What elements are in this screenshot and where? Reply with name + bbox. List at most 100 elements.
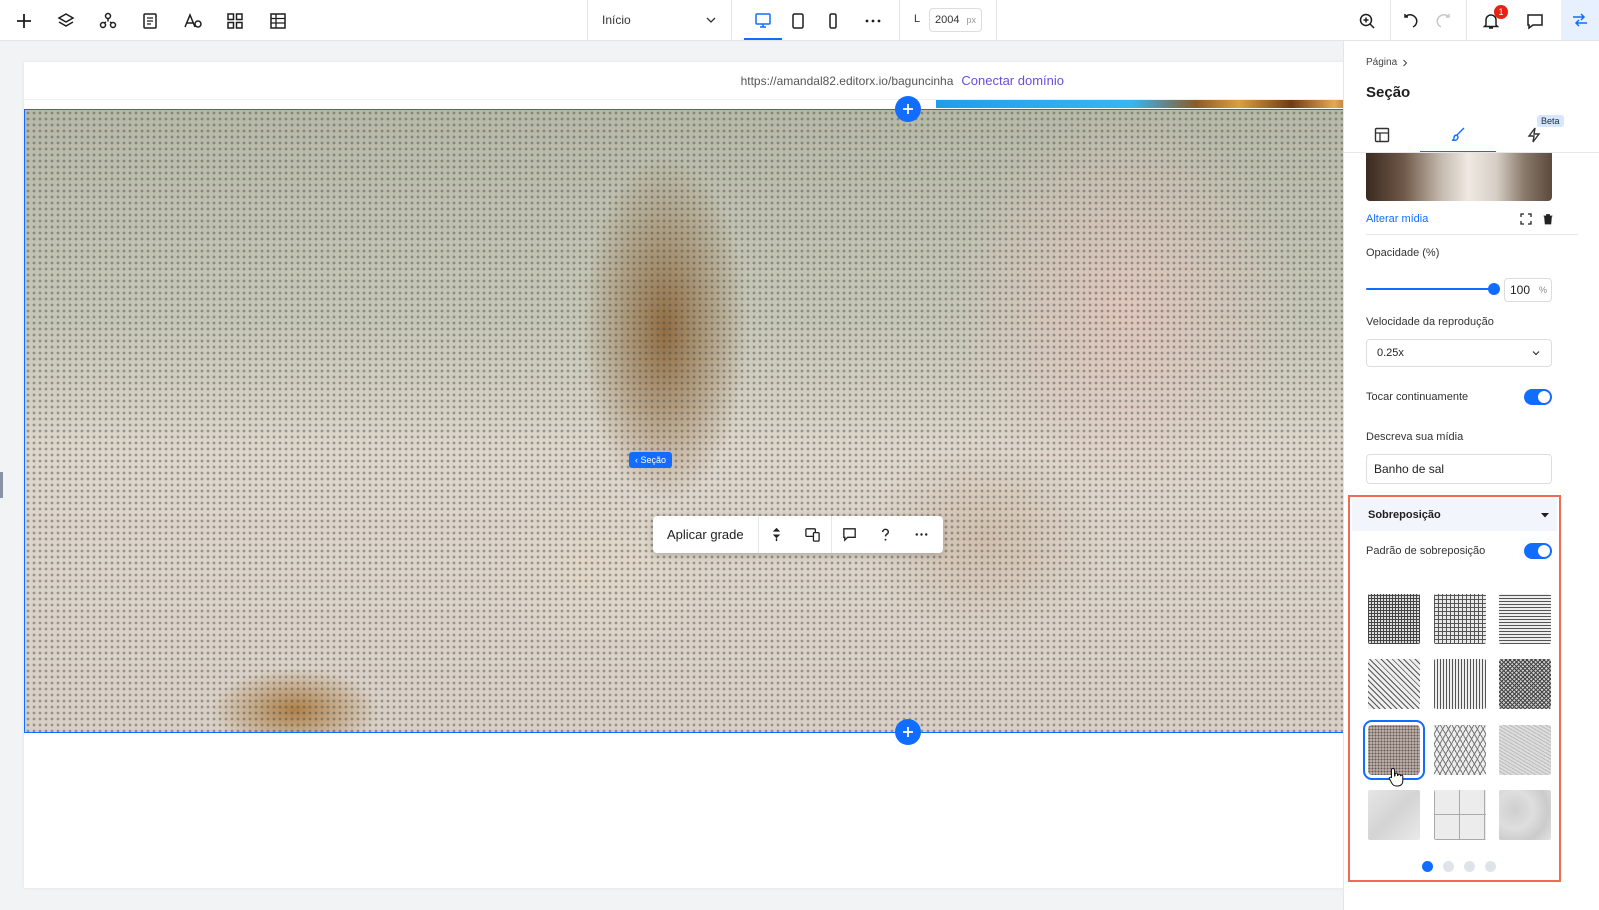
breadcrumb-page: Página (1366, 57, 1398, 68)
overlay-pattern-toggle[interactable] (1524, 543, 1552, 559)
undo-icon[interactable] (1398, 8, 1424, 34)
divider (996, 0, 997, 40)
brush-icon (1451, 127, 1465, 142)
caret-down-icon (1541, 513, 1549, 518)
pattern-chevron[interactable] (1434, 725, 1486, 775)
section-tag[interactable]: ‹ Seção (629, 452, 673, 468)
divider (731, 0, 732, 40)
pager-dot[interactable] (1422, 861, 1433, 872)
loop-label: Tocar continuamente (1366, 391, 1469, 403)
divider (899, 0, 900, 40)
tab-layout[interactable] (1344, 117, 1420, 153)
tab-design[interactable] (1420, 117, 1496, 153)
add-section-above-button[interactable] (895, 96, 921, 122)
fonts-icon[interactable] (180, 8, 206, 34)
panel-title: Seção (1366, 84, 1411, 101)
pattern-tile[interactable] (1434, 790, 1486, 840)
comment-icon[interactable] (832, 516, 868, 553)
arrange-icon[interactable] (759, 516, 795, 553)
layers-icon[interactable] (53, 8, 79, 34)
media-thumbnail[interactable] (1366, 153, 1552, 201)
inspector-toggle-icon[interactable] (1561, 0, 1599, 40)
page-selector[interactable]: Início (588, 0, 731, 40)
media-description-input[interactable]: Banho de sal (1366, 454, 1552, 484)
hand-cursor-icon (1388, 767, 1404, 787)
more-icon[interactable] (904, 516, 940, 553)
crop-icon[interactable] (1518, 211, 1534, 227)
media-description-value: Banho de sal (1374, 462, 1445, 476)
floating-toolbar: Aplicar grade (653, 516, 943, 553)
pager-dot[interactable] (1485, 861, 1496, 872)
breadcrumb[interactable]: Página (1366, 57, 1409, 68)
pattern-diagonal-lines[interactable] (1368, 659, 1420, 709)
editor-canvas: https://amandal82.editorx.io/baguncinha … (24, 62, 1369, 888)
divider (1366, 234, 1578, 235)
overlay-pattern (25, 110, 1368, 732)
speed-label: Velocidade da reprodução (1366, 316, 1494, 328)
width-input[interactable]: 2004 px (929, 8, 982, 32)
pattern-concrete[interactable] (1499, 790, 1551, 840)
divider (1466, 0, 1467, 40)
width-label: L (914, 13, 921, 25)
lightning-icon (1527, 127, 1541, 143)
overlay-section: Sobreposição Padrão de sobreposição (1348, 495, 1561, 882)
left-edge-marker (0, 472, 3, 498)
components-icon[interactable] (95, 8, 121, 34)
redo-icon[interactable] (1430, 8, 1456, 34)
overlay-title: Sobreposição (1368, 509, 1441, 521)
pattern-paper[interactable] (1368, 790, 1420, 840)
more-icon[interactable] (860, 8, 886, 34)
loop-toggle[interactable] (1524, 389, 1552, 405)
pattern-grid[interactable] (1434, 594, 1486, 644)
pager-dot[interactable] (1464, 861, 1475, 872)
responsive-icon[interactable] (795, 516, 831, 553)
speed-value: 0.25x (1377, 347, 1404, 359)
divider (1390, 0, 1391, 40)
comments-icon[interactable] (1522, 8, 1548, 34)
pattern-horizontal-lines[interactable] (1499, 594, 1551, 644)
site-url: https://amandal82.editorx.io/baguncinha (740, 73, 954, 88)
chevron-right-icon (1403, 59, 1408, 66)
pager-dot[interactable] (1443, 861, 1454, 872)
speed-select[interactable]: 0.25x (1366, 339, 1552, 367)
pattern-crosshatch[interactable] (1499, 659, 1551, 709)
overlay-section-header[interactable]: Sobreposição (1352, 499, 1557, 531)
connect-domain-link[interactable]: Conectar domínio (961, 73, 1064, 88)
apps-icon[interactable] (222, 8, 248, 34)
pages-icon[interactable] (137, 8, 163, 34)
opacity-slider-track[interactable] (1366, 288, 1494, 290)
pattern-vertical-lines[interactable] (1434, 659, 1486, 709)
header-strip (936, 100, 1369, 108)
desktop-icon[interactable] (750, 8, 776, 34)
notification-badge: 1 (1494, 5, 1508, 19)
width-value: 2004 (935, 14, 960, 26)
add-section-below-button[interactable] (895, 719, 921, 745)
opacity-slider-handle[interactable] (1488, 283, 1500, 295)
layout-icon (1374, 127, 1390, 143)
overlay-pattern-label: Padrão de sobreposição (1366, 545, 1486, 557)
pattern-noise[interactable] (1499, 725, 1551, 775)
table-icon[interactable] (265, 8, 291, 34)
change-media-link[interactable]: Alterar mídia (1366, 213, 1428, 225)
width-unit: px (966, 15, 976, 25)
opacity-unit: % (1538, 285, 1547, 295)
opacity-input[interactable]: 100 % (1504, 278, 1552, 302)
help-icon[interactable] (868, 516, 904, 553)
opacity-label: Opacidade (%) (1366, 247, 1440, 259)
hero-section[interactable]: Aplicar grade ‹ Seção (24, 109, 1369, 733)
zoom-icon[interactable] (1354, 8, 1380, 34)
pattern-pager (1422, 861, 1496, 872)
site-url-bar: https://amandal82.editorx.io/baguncinha … (24, 62, 1369, 100)
describe-label: Descreva sua mídia (1366, 431, 1464, 443)
beta-badge: Beta (1537, 115, 1564, 127)
mobile-icon[interactable] (820, 8, 846, 34)
trash-icon[interactable] (1540, 211, 1556, 227)
apply-grid-button[interactable]: Aplicar grade (653, 516, 759, 553)
chevron-down-icon (1532, 351, 1540, 356)
page-selector-value: Início (602, 13, 631, 27)
top-toolbar: Início L 2004 px 1 (0, 0, 1599, 41)
tablet-icon[interactable] (785, 8, 811, 34)
opacity-value: 100 (1510, 283, 1531, 297)
add-icon[interactable] (11, 8, 37, 34)
pattern-grid-dense[interactable] (1368, 594, 1420, 644)
